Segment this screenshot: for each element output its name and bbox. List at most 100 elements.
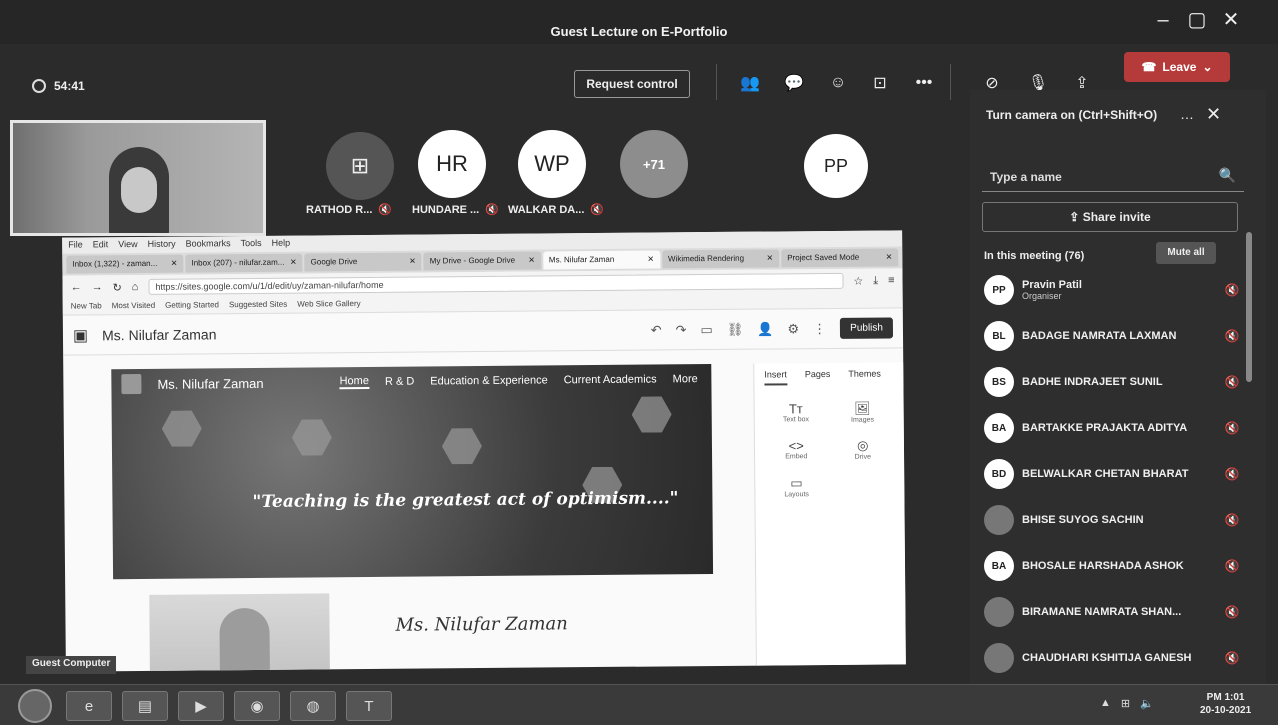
browser-tab[interactable]: Wikimedia Rendering ✕ [661, 249, 780, 269]
back-icon[interactable]: ← [71, 282, 82, 294]
tray-arrow-icon[interactable]: ▲ [1100, 697, 1111, 710]
participant-row[interactable]: CHAUDHARI KSHITIJA GANESH 🔇 [984, 638, 1244, 678]
more-vert-icon[interactable]: ⋮ [813, 321, 826, 337]
participant-avatar-windows[interactable]: ⊞ [326, 132, 394, 200]
close-icon[interactable]: ✕ [1206, 104, 1221, 125]
menu-help[interactable]: Help [272, 238, 291, 250]
bookmark[interactable]: Getting Started [165, 300, 219, 311]
rooms-icon[interactable]: ⊡ [864, 68, 896, 98]
tab-insert[interactable]: Insert [764, 369, 787, 386]
participant-row[interactable]: BS BADHE INDRAJEET SUNIL 🔇 [984, 362, 1244, 402]
mute-all-button[interactable]: Mute all [1156, 242, 1216, 264]
reload-icon[interactable]: ↻ [113, 281, 122, 294]
insert-drive[interactable]: ◎ Drive [833, 437, 892, 461]
site-nav-academics[interactable]: Current Academics [564, 373, 657, 386]
browser-tab[interactable]: Google Drive ✕ [304, 252, 422, 272]
site-nav-education[interactable]: Education & Experience [430, 374, 548, 387]
menu-history[interactable]: History [148, 239, 176, 251]
sites-insert-panel: Insert Pages Themes Tт Text box 🖼 Images <… [753, 362, 906, 666]
self-video-preview[interactable] [10, 120, 266, 236]
tab-themes[interactable]: Themes [848, 369, 881, 385]
preview-icon[interactable]: ▭ [700, 321, 712, 337]
media-player-icon[interactable]: ▶ [178, 691, 224, 721]
people-icon[interactable]: 👥 [734, 68, 766, 98]
minimize-button[interactable]: – [1146, 6, 1180, 34]
insert-images[interactable]: 🖼 Images [833, 400, 892, 424]
bookmark[interactable]: Suggested Sites [229, 300, 287, 312]
participant-avatar: BL [984, 321, 1014, 351]
in-meeting-header: In this meeting (76) [984, 250, 1085, 262]
bookmark[interactable]: Web Slice Gallery [297, 299, 361, 311]
menu-view[interactable]: View [118, 239, 137, 251]
address-bar[interactable]: https://sites.google.com/u/1/d/edit/uy/z… [148, 272, 844, 295]
site-nav-more[interactable]: More [673, 373, 698, 385]
publish-button[interactable]: Publish [840, 317, 894, 339]
participant-avatar[interactable]: PP [804, 134, 868, 198]
share-invite-label: Share invite [1082, 210, 1151, 224]
link-icon[interactable]: ⛓ [727, 321, 744, 337]
leave-button[interactable]: ☎ Leave ⌄ [1124, 52, 1230, 82]
maximize-button[interactable]: ▢ [1180, 6, 1214, 34]
insert-text-box[interactable]: Tт Text box [767, 401, 826, 425]
site-brand[interactable]: Ms. Nilufar Zaman [157, 375, 263, 391]
start-button[interactable] [18, 689, 52, 723]
participant-search-input[interactable]: Type a name 🔍 [982, 162, 1244, 192]
download-icon[interactable]: ⤓ [873, 274, 878, 287]
browser-tab[interactable]: My Drive - Google Drive ✕ [423, 251, 541, 271]
request-control-button[interactable]: Request control [574, 70, 690, 98]
participant-row[interactable]: BD BELWALKAR CHETAN BHARAT 🔇 [984, 454, 1244, 494]
home-icon[interactable]: ⌂ [132, 281, 139, 293]
site-title[interactable]: Ms. Nilufar Zaman [102, 326, 216, 343]
participant-row[interactable]: BHISE SUYOG SACHIN 🔇 [984, 500, 1244, 540]
participant-name: BELWALKAR CHETAN BHARAT [1022, 468, 1189, 480]
menu-file[interactable]: File [68, 239, 83, 251]
participant-row[interactable]: BA BHOSALE HARSHADA ASHOK 🔇 [984, 546, 1244, 586]
panel-scrollbar[interactable] [1246, 232, 1252, 382]
browser-tab[interactable]: Project Saved Mode ✕ [781, 248, 899, 268]
browser-tab-active[interactable]: Ms. Nilufar Zaman ✕ [542, 250, 661, 270]
redo-icon[interactable]: ↷ [676, 322, 687, 338]
chat-icon[interactable]: 💬 [778, 68, 810, 98]
tab-pages[interactable]: Pages [805, 369, 831, 385]
participant-row[interactable]: PP Pravin Patil Organiser 🔇 [984, 270, 1244, 310]
volume-icon[interactable]: 🔈 [1140, 697, 1154, 710]
folder-icon[interactable]: ▤ [122, 691, 168, 721]
network-icon[interactable]: ⊞ [1121, 697, 1130, 710]
taskbar-clock[interactable]: PM 1:01 20-10-2021 [1200, 691, 1251, 717]
insert-embed[interactable]: <> Embed [767, 438, 826, 462]
more-icon[interactable]: … [1180, 106, 1194, 122]
participant-row[interactable]: BIRAMANE NAMRATA SHAN... 🔇 [984, 592, 1244, 632]
teams-icon[interactable]: T [346, 691, 392, 721]
undo-icon[interactable]: ↶ [651, 322, 662, 338]
star-icon[interactable]: ☆ [853, 274, 863, 287]
more-icon[interactable]: ••• [908, 68, 940, 98]
participant-row[interactable]: BL BADAGE NAMRATA LAXMAN 🔇 [984, 316, 1244, 356]
share-invite-button[interactable]: ⇪ Share invite [982, 202, 1238, 232]
participant-avatar[interactable]: WP [518, 130, 586, 198]
site-nav-rd[interactable]: R & D [385, 376, 414, 388]
search-placeholder: Type a name [990, 170, 1062, 184]
firefox-icon[interactable]: ◍ [290, 691, 336, 721]
close-window-button[interactable]: ✕ [1214, 6, 1248, 34]
bookmark[interactable]: New Tab [71, 301, 102, 312]
hero-quote: "Teaching is the greatest act of optimis… [252, 488, 679, 513]
settings-icon[interactable]: ⚙ [787, 321, 799, 337]
site-nav-home[interactable]: Home [339, 375, 370, 390]
participant-row[interactable]: BA BARTAKKE PRAJAKTA ADITYA 🔇 [984, 408, 1244, 448]
forward-icon[interactable]: → [92, 281, 103, 293]
ie-icon[interactable]: e [66, 691, 112, 721]
insert-layouts[interactable]: ▭ Layouts [767, 475, 826, 499]
menu-bookmarks[interactable]: Bookmarks [186, 238, 231, 250]
more-participants-badge[interactable]: +71 [620, 130, 688, 198]
chrome-icon[interactable]: ◉ [234, 691, 280, 721]
shared-screen-browser: File Edit View History Bookmarks Tools H… [62, 230, 906, 672]
menu-icon[interactable]: ≡ [888, 274, 895, 286]
browser-tab[interactable]: Inbox (207) - nilufar.zam... ✕ [185, 253, 303, 273]
browser-tab[interactable]: Inbox (1,322) - zaman... ✕ [66, 254, 184, 274]
menu-tools[interactable]: Tools [241, 238, 262, 250]
bookmark[interactable]: Most Visited [112, 301, 156, 312]
menu-edit[interactable]: Edit [93, 239, 109, 251]
reactions-icon[interactable]: ☺ [822, 68, 854, 98]
add-person-icon[interactable]: 👤 [757, 321, 773, 337]
participant-avatar[interactable]: HR [418, 130, 486, 198]
